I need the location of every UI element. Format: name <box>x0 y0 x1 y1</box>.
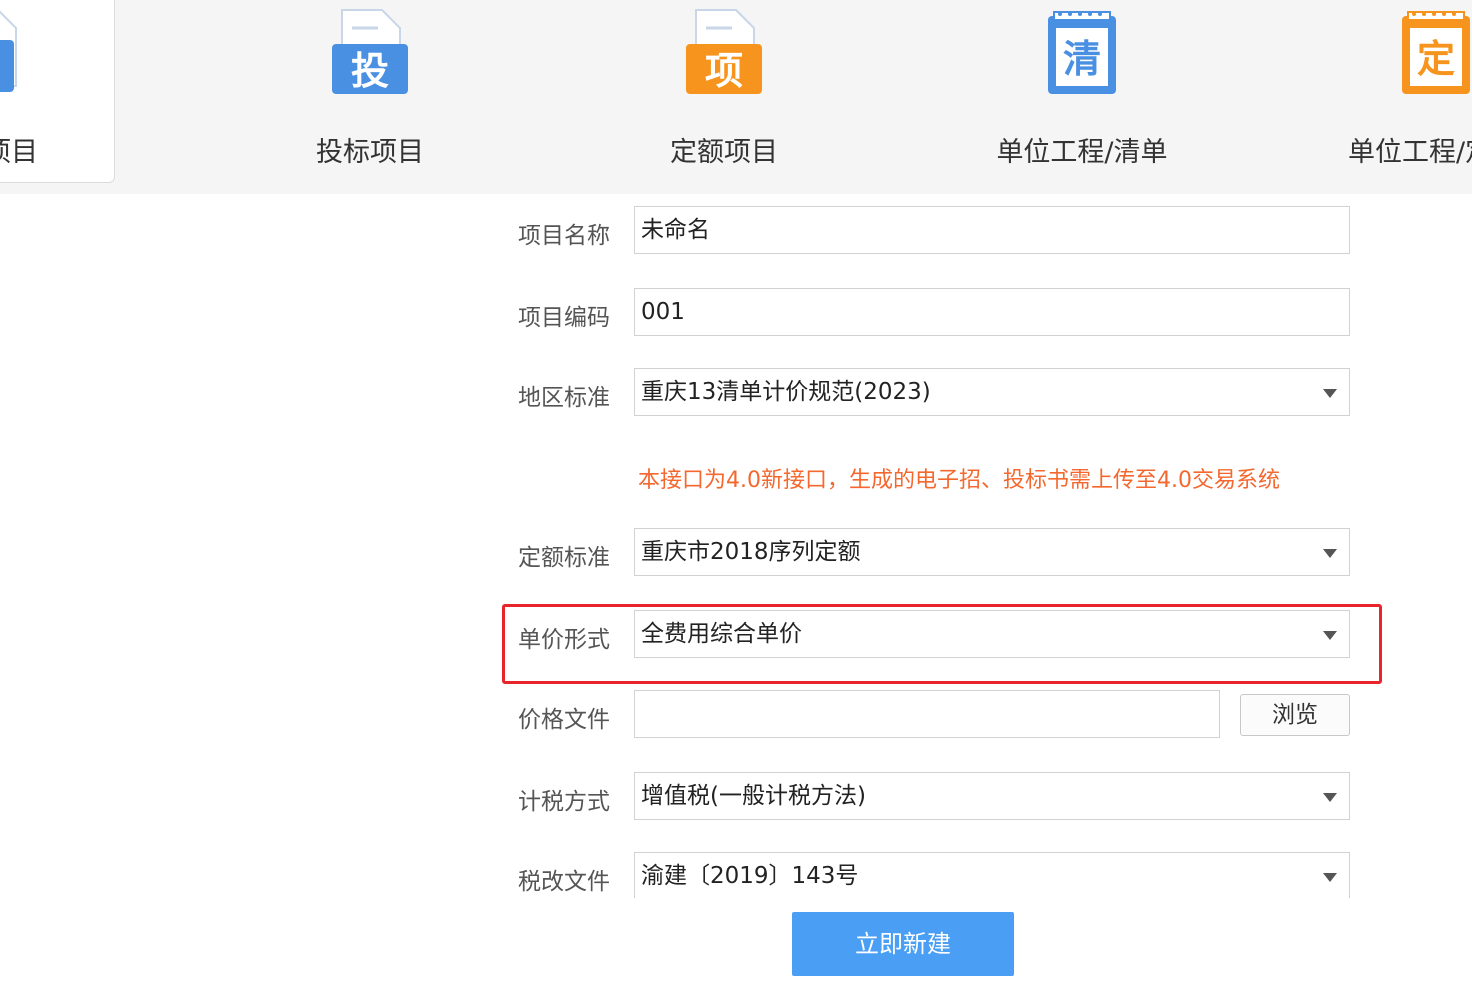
project-name-label: 项目名称 <box>518 223 610 249</box>
project-name-input[interactable]: 未命名 <box>634 206 1350 254</box>
tab-quota-project[interactable]: 项 定额项目 <box>594 0 854 194</box>
price-file-label: 价格文件 <box>518 707 610 733</box>
create-now-button[interactable]: 立即新建 <box>792 912 1014 976</box>
quota-standard-label: 定额标准 <box>518 545 610 571</box>
tab-unit-bill[interactable]: 清 单位工程/清单 <box>952 0 1212 194</box>
project-code-label: 项目编码 <box>518 305 610 331</box>
project-code-input[interactable]: 001 <box>634 288 1350 336</box>
tab-quota-project-label: 定额项目 <box>670 137 778 168</box>
bid-submission-icon-char: 投 <box>351 49 389 93</box>
quota-project-icon-char: 项 <box>705 49 743 93</box>
bid-submission-icon: 投 <box>330 6 410 98</box>
unit-quota-icon: 定 <box>1396 6 1472 98</box>
chevron-down-icon <box>1323 873 1337 882</box>
chevron-down-icon <box>1323 793 1337 802</box>
bid-invitation-icon: 招 <box>0 6 24 98</box>
unit-quota-icon-char: 定 <box>1417 37 1455 81</box>
unit-price-form-value: 全费用综合单价 <box>641 621 802 647</box>
region-standard-value: 重庆13清单计价规范(2023) <box>641 379 931 405</box>
new-project-form: 项目名称 未命名 项目编码 001 地区标准 重庆13清单计价规范(2023) … <box>0 194 1472 1004</box>
tax-method-label: 计税方式 <box>518 789 610 815</box>
interface-notice: 本接口为4.0新接口，生成的电子招、投标书需上传至4.0交易系统 <box>638 468 1280 493</box>
quota-standard-select[interactable]: 重庆市2018序列定额 <box>634 528 1350 576</box>
unit-price-form-label: 单价形式 <box>518 627 610 653</box>
bill-list-icon-char: 清 <box>1063 37 1101 81</box>
tab-bid-submission-label: 投标项目 <box>316 137 424 168</box>
tax-method-select[interactable]: 增值税(一般计税方法) <box>634 772 1350 820</box>
quota-project-icon: 项 <box>684 6 764 98</box>
unit-price-form-select[interactable]: 全费用综合单价 <box>634 610 1350 658</box>
tab-bid-submission[interactable]: 投 投标项目 <box>240 0 500 194</box>
tab-bid-invitation[interactable]: 招 招标项目 <box>0 0 115 183</box>
tax-reform-file-value: 渝建〔2019〕143号 <box>641 863 859 889</box>
tab-bid-invitation-label: 招标项目 <box>0 137 38 168</box>
chevron-down-icon <box>1323 389 1337 398</box>
chevron-down-icon <box>1323 549 1337 558</box>
tab-unit-quota-label: 单位工程/定额 <box>1348 137 1472 168</box>
tab-unit-bill-label: 单位工程/清单 <box>996 137 1168 168</box>
price-file-input[interactable] <box>634 690 1220 738</box>
project-type-tabbar: 招 招标项目 投 投标项目 项 定额项目 <box>0 0 1472 194</box>
tax-reform-file-select[interactable]: 渝建〔2019〕143号 <box>634 852 1350 898</box>
quota-standard-value: 重庆市2018序列定额 <box>641 539 861 565</box>
tab-unit-quota[interactable]: 定 单位工程/定额 <box>1306 0 1472 194</box>
chevron-down-icon <box>1323 631 1337 640</box>
region-standard-select[interactable]: 重庆13清单计价规范(2023) <box>634 368 1350 416</box>
region-standard-label: 地区标准 <box>518 385 610 411</box>
browse-button[interactable]: 浏览 <box>1240 694 1350 736</box>
tax-reform-file-label: 税改文件 <box>518 869 610 895</box>
tax-method-value: 增值税(一般计税方法) <box>641 783 866 809</box>
bill-list-icon: 清 <box>1042 6 1122 98</box>
